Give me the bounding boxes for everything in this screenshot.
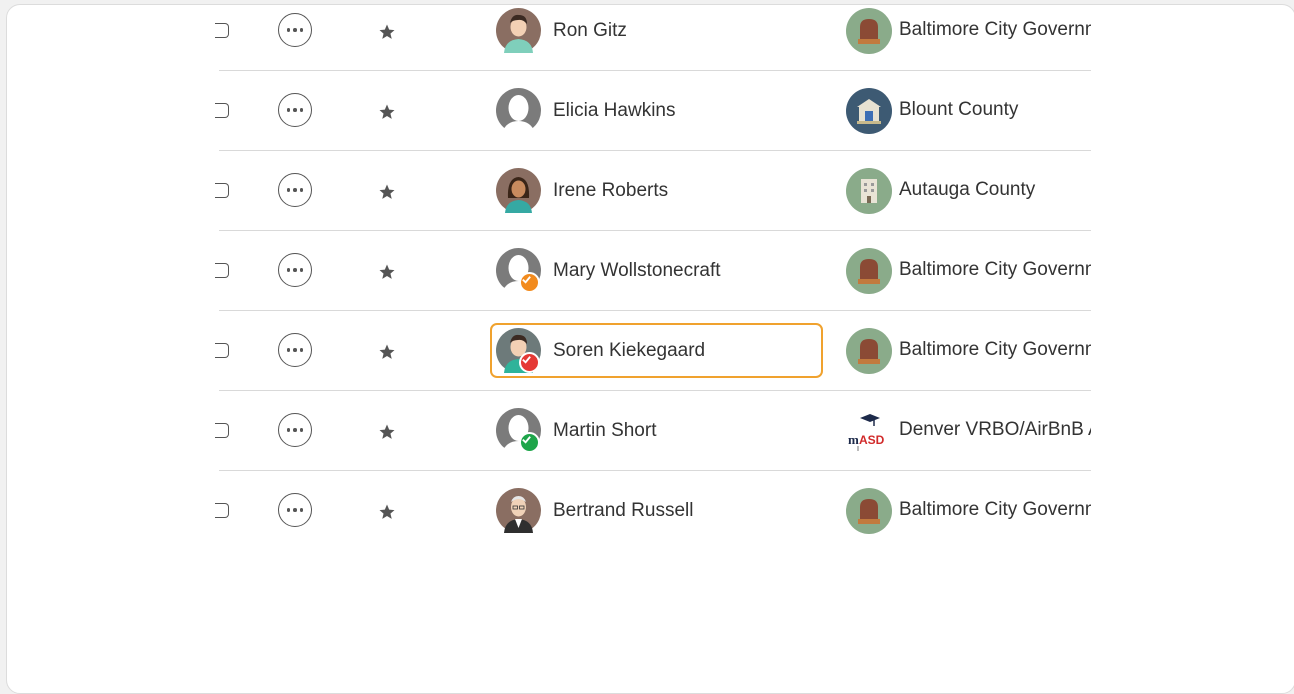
table-row[interactable]: Bertrand Russell Baltimore City Governme… (215, 471, 1091, 550)
more-options-button[interactable] (278, 333, 312, 367)
row-checkbox[interactable] (215, 343, 229, 358)
contact-name[interactable]: Irene Roberts (553, 180, 668, 202)
masd-logo-icon: m ASD (846, 408, 892, 454)
more-options-button[interactable] (278, 493, 312, 527)
default-avatar-icon (496, 88, 541, 133)
row-checkbox[interactable] (215, 423, 229, 438)
person-avatar-icon (496, 8, 541, 53)
organization-name[interactable]: Baltimore City Government (899, 259, 1091, 281)
contact-name[interactable]: Martin Short (553, 420, 656, 442)
more-options-button[interactable] (278, 93, 312, 127)
check-badge-icon (519, 352, 540, 373)
more-options-button[interactable] (278, 253, 312, 287)
row-checkbox[interactable] (215, 103, 229, 118)
star-icon[interactable] (378, 263, 396, 281)
contacts-window: Ron Gitz Baltimore City Government Elici… (6, 4, 1294, 694)
organization-name[interactable]: Baltimore City Government (899, 19, 1091, 41)
contact-name[interactable]: Bertrand Russell (553, 500, 693, 522)
organization-name[interactable]: Autauga County (899, 179, 1091, 201)
row-checkbox[interactable] (215, 23, 229, 38)
more-options-button[interactable] (278, 413, 312, 447)
table-row[interactable]: Elicia Hawkins Blount County (215, 71, 1091, 151)
table-row[interactable]: Soren Kiekegaard Baltimore City Governme… (215, 311, 1091, 391)
more-options-button[interactable] (278, 173, 312, 207)
row-checkbox[interactable] (215, 503, 229, 518)
star-icon[interactable] (378, 183, 396, 201)
row-checkbox[interactable] (215, 183, 229, 198)
star-icon[interactable] (378, 343, 396, 361)
contact-name[interactable]: Mary Wollstonecraft (553, 260, 721, 282)
organization-name[interactable]: Baltimore City Government (899, 339, 1091, 361)
table-row[interactable]: Martin Short mASD Denver VRBO/AirBnB Ass… (215, 391, 1091, 471)
contacts-table: Ron Gitz Baltimore City Government Elici… (215, 5, 1091, 550)
person-avatar-woman-icon (496, 168, 541, 213)
person-avatar-old-man-icon (496, 488, 541, 533)
table-row[interactable]: Irene Roberts Autauga County (215, 151, 1091, 231)
more-options-button[interactable] (278, 13, 312, 47)
person-avatar-icon (496, 328, 541, 373)
default-avatar-icon (496, 248, 541, 293)
contact-name[interactable]: Soren Kiekegaard (553, 340, 705, 362)
star-icon[interactable] (378, 103, 396, 121)
organization-name[interactable]: Blount County (899, 99, 1091, 121)
building-icon (846, 168, 892, 214)
table-row[interactable]: Mary Wollstonecraft Baltimore City Gover… (215, 231, 1091, 311)
table-row[interactable]: Ron Gitz Baltimore City Government (215, 5, 1091, 71)
row-checkbox[interactable] (215, 263, 229, 278)
star-icon[interactable] (378, 23, 396, 41)
contact-name[interactable]: Ron Gitz (553, 20, 627, 42)
organization-name[interactable]: Baltimore City Government (899, 499, 1091, 521)
default-avatar-icon (496, 408, 541, 453)
star-icon[interactable] (378, 503, 396, 521)
tombstone-icon (846, 8, 892, 54)
check-badge-icon (519, 272, 540, 293)
tombstone-icon (846, 248, 892, 294)
contact-name[interactable]: Elicia Hawkins (553, 100, 675, 122)
svg-text:m: m (848, 432, 859, 447)
organization-name[interactable]: Denver VRBO/AirBnB Association (899, 419, 1091, 441)
tombstone-icon (846, 488, 892, 534)
check-badge-icon (519, 432, 540, 453)
svg-text:ASD: ASD (859, 433, 885, 447)
star-icon[interactable] (378, 423, 396, 441)
courthouse-icon (846, 88, 892, 134)
tombstone-icon (846, 328, 892, 374)
